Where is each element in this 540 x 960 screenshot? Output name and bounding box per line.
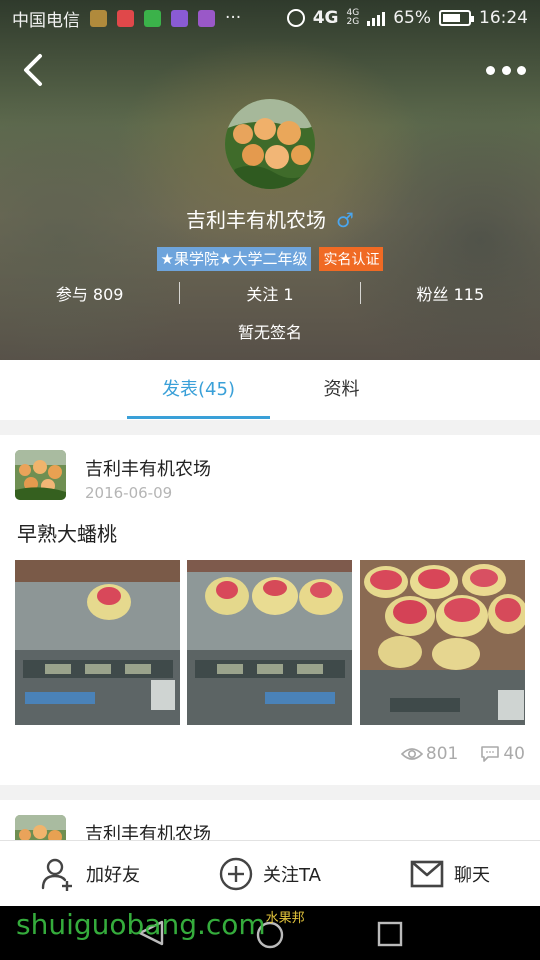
tab-posts[interactable]: 发表(45) (127, 360, 270, 420)
peaches-on-scale-photo (187, 560, 352, 725)
add-user-icon (41, 858, 72, 891)
stat-participation[interactable]: 参与 809 (0, 281, 179, 305)
app-notification-icon (90, 9, 107, 27)
post-photo[interactable] (360, 560, 525, 725)
profile-avatar[interactable] (225, 99, 315, 189)
post-photo[interactable] (15, 560, 180, 725)
app-notification-icon (144, 9, 161, 27)
clock-time: 16:24 (479, 8, 528, 28)
comment-icon (481, 746, 500, 762)
profile-action-bar: 加好友 关注TA 聊天 (0, 840, 540, 906)
profile-name: 吉利丰有机农场 (186, 208, 327, 232)
add-friend-button[interactable]: 加好友 (0, 841, 180, 906)
watermark-small: 水果邦 (265, 911, 305, 926)
dot-icon (517, 65, 526, 75)
profile-header: 中国电信 ··· 4G 4G 2G 65% 16:24 吉利丰有机农场 ♂ ★果… (0, 0, 540, 360)
post-card[interactable]: 吉利丰有机农场 (0, 800, 540, 840)
back-button[interactable] (16, 50, 56, 90)
more-options-button[interactable] (486, 56, 526, 84)
chat-button[interactable]: 聊天 (360, 841, 540, 906)
gallery-notification-icon (171, 9, 188, 27)
post-stats: 801 40 (400, 744, 525, 764)
eye-icon (400, 748, 423, 760)
post-date: 2016-06-09 (85, 484, 173, 502)
peach-on-scale-photo (15, 560, 180, 725)
post-author-avatar[interactable] (15, 815, 66, 840)
post-card[interactable]: 吉利丰有机农场 2016-06-09 早熟大蟠桃 801 40 (0, 435, 540, 785)
follow-button[interactable]: 关注TA (180, 841, 360, 906)
profile-stats: 参与 809 关注 1 粉丝 115 (0, 280, 540, 306)
post-title[interactable]: 早熟大蟠桃 (17, 518, 117, 547)
more-notifications: ··· (225, 8, 242, 28)
active-tab-indicator (127, 416, 270, 419)
plus-circle-icon (219, 857, 253, 890)
verified-badge: 实名认证 (319, 247, 384, 271)
profile-tags: ★果学院★大学二年级 实名认证 (0, 247, 540, 271)
profile-signature: 暂无签名 (237, 323, 302, 342)
profile-tabs: 发表(45) 资料 (0, 360, 540, 420)
add-friend-label: 加好友 (86, 864, 140, 886)
dot-icon (486, 65, 495, 75)
app-notification-icon (198, 9, 215, 27)
signal-strength-icon (367, 10, 386, 26)
network-small: 4G 2G (346, 8, 360, 27)
views-count-item: 801 (400, 744, 459, 764)
mail-icon (410, 860, 444, 887)
stat-following[interactable]: 关注 1 (180, 281, 359, 305)
post-author-avatar[interactable] (15, 450, 66, 500)
chat-label: 聊天 (454, 864, 490, 886)
alarm-clock-icon (286, 9, 305, 27)
watermark-text: shuiguobang.com (16, 908, 266, 941)
pile-of-peaches-photo (360, 560, 525, 725)
carrier-name: 中国电信 (12, 10, 80, 31)
status-bar: 中国电信 ··· 4G 4G 2G 65% 16:24 (0, 0, 540, 36)
comments-count-item[interactable]: 40 (480, 744, 525, 764)
views-count: 801 (425, 744, 459, 764)
stat-followers[interactable]: 粉丝 115 (361, 281, 540, 305)
post-author-name[interactable]: 吉利丰有机农场 (85, 820, 211, 840)
post-author-name[interactable]: 吉利丰有机农场 (85, 455, 211, 481)
peach-tree-avatar-image (15, 815, 66, 840)
chevron-left-icon (24, 54, 42, 86)
tab-profile-info[interactable]: 资料 (270, 360, 413, 420)
post-photo[interactable] (187, 560, 352, 725)
peach-tree-avatar-image (225, 99, 315, 189)
school-badge: ★果学院★大学二年级 (156, 247, 312, 271)
network-type: 4G (312, 8, 339, 28)
dot-icon (501, 65, 511, 75)
peach-tree-avatar-image (15, 450, 66, 500)
recent-apps-square-icon[interactable] (376, 920, 404, 948)
profile-name-row: 吉利丰有机农场 ♂ (0, 204, 540, 233)
battery-percent: 65% (393, 8, 431, 28)
follow-label: 关注TA (263, 864, 321, 886)
app-notification-icon (117, 9, 134, 27)
comments-count: 40 (503, 744, 525, 764)
site-watermark: shuiguobang.com水果邦 (16, 908, 305, 941)
male-gender-icon: ♂ (336, 208, 354, 232)
battery-icon (439, 10, 474, 26)
